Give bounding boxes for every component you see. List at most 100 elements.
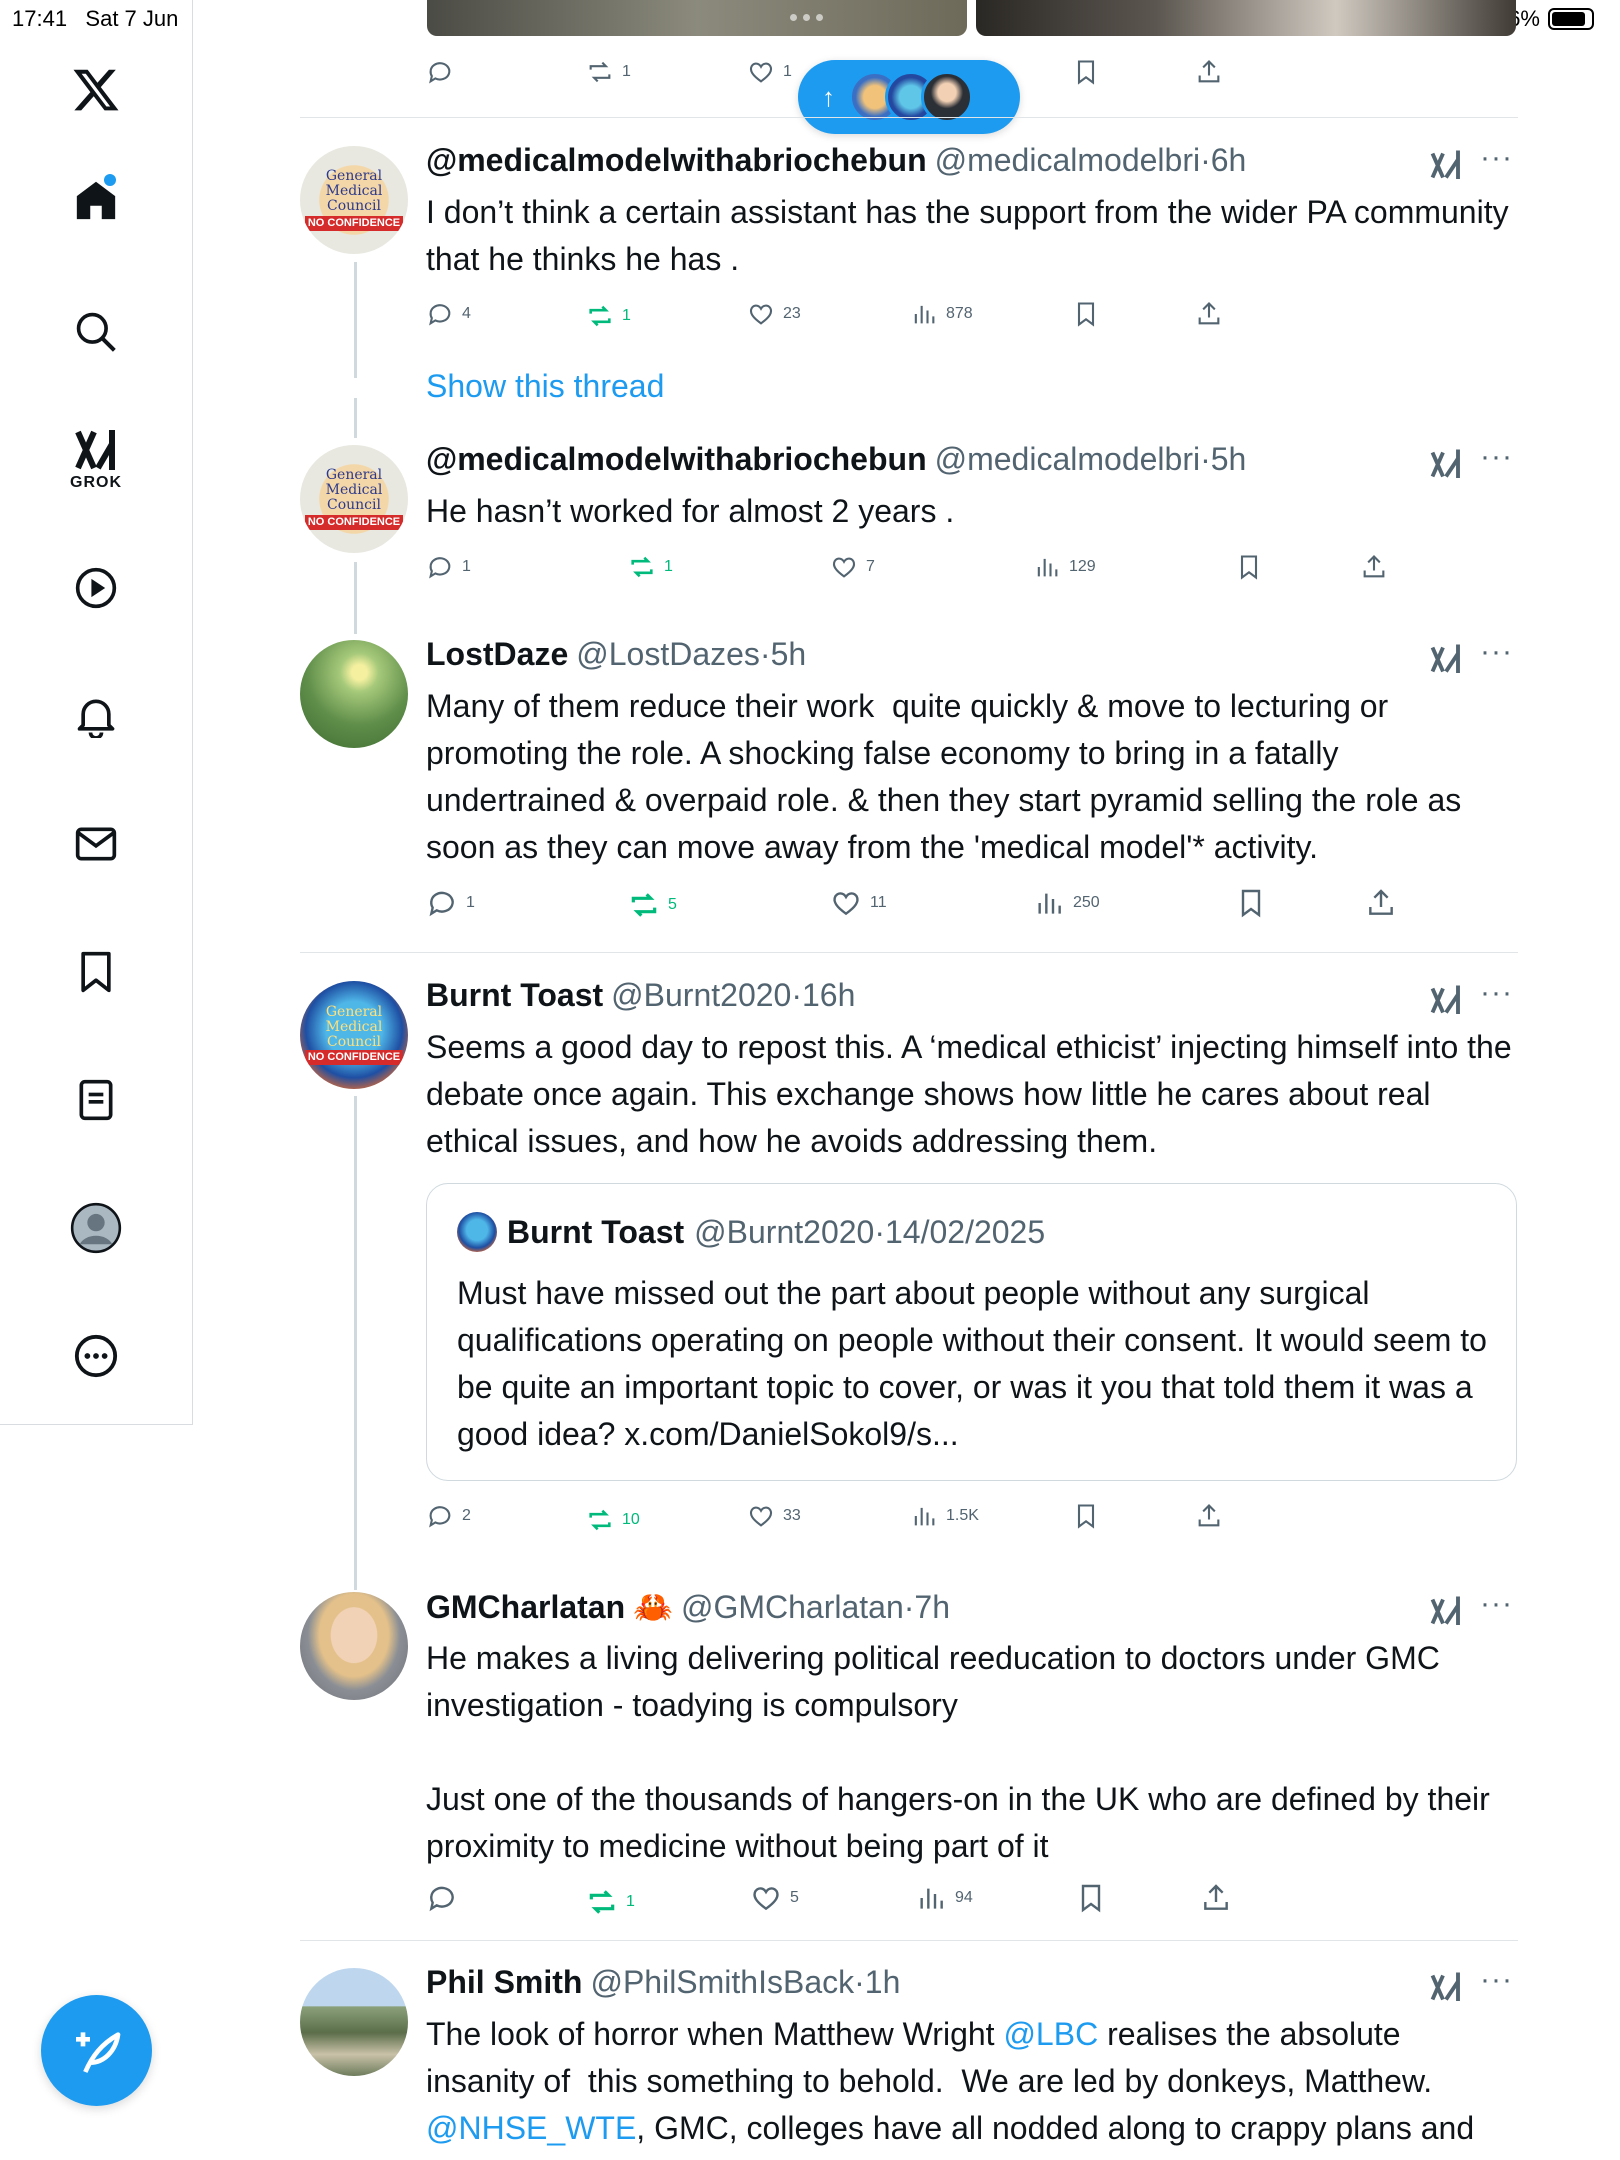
avatar[interactable] [300,640,408,748]
bookmark-button[interactable] [1072,1502,1100,1530]
reply-button[interactable] [426,58,454,86]
timestamp[interactable]: 1h [865,1964,901,2000]
more-options-icon[interactable]: ··· [1480,143,1513,173]
reply-button[interactable]: 1 [426,887,475,919]
display-name[interactable]: @medicalmodelwithabriochebun [426,142,927,179]
share-button[interactable] [1360,553,1388,581]
views-button[interactable]: 94 [915,1882,973,1914]
handle[interactable]: @LostDazes [576,636,760,672]
show-thread-link[interactable]: Show this thread [426,368,664,405]
nav-messages[interactable] [66,814,126,874]
share-button[interactable] [1195,58,1223,86]
more-options-icon[interactable]: ··· [1480,637,1513,667]
repost-button[interactable]: 10 [586,1506,640,1534]
timestamp: 14/02/2025 [884,1213,1046,1250]
display-name[interactable]: Burnt Toast [426,977,603,1014]
nav-more[interactable] [66,1326,126,1386]
more-options-icon[interactable]: ··· [1480,978,1513,1008]
heart-icon [833,892,859,916]
views-button[interactable]: 878 [910,300,973,328]
media-image-1[interactable] [427,0,967,36]
timestamp[interactable]: 7h [914,1589,950,1625]
nav-video[interactable] [66,558,126,618]
avatar[interactable] [300,1968,408,2076]
nav-notifications[interactable] [66,686,126,746]
share-button[interactable] [1200,1882,1232,1914]
share-button[interactable] [1195,300,1223,328]
handle[interactable]: @medicalmodelbri [935,441,1200,477]
repost-button[interactable]: 1 [586,1886,635,1918]
grok-explain-button[interactable] [1428,146,1464,187]
like-count: 33 [783,1507,801,1524]
bookmark-button[interactable] [1235,887,1267,919]
reply-button[interactable]: 2 [426,1502,471,1530]
timestamp[interactable]: 5h [1211,441,1247,477]
bookmark-button[interactable] [1235,553,1263,581]
display-name[interactable]: LostDaze [426,636,568,673]
grok-explain-button[interactable] [1428,1968,1464,2009]
media-image-2[interactable] [976,0,1516,36]
display-name[interactable]: @medicalmodelwithabriochebun [426,441,927,478]
quoted-tweet[interactable]: Burnt Toast @Burnt2020·14/02/2025 Must h… [426,1183,1517,1481]
repost-button[interactable]: 1 [586,302,631,330]
new-posts-pill[interactable]: ↑ [798,60,1020,134]
avatar[interactable]: General Medical Council NO CONFIDENCE [300,981,408,1089]
share-button[interactable] [1365,887,1397,919]
handle[interactable]: @GMCharlatan [681,1589,904,1625]
reply-button[interactable]: 4 [426,300,471,328]
more-options-icon[interactable]: ··· [1480,1965,1513,1995]
bookmark-button[interactable] [1072,58,1100,86]
tweet-text: The look of horror when Matthew Wright @… [426,2011,1516,2160]
share-icon [1204,1884,1228,1910]
compose-post-button[interactable] [41,1995,152,2106]
reply-button[interactable] [426,1882,458,1914]
x-logo-icon[interactable] [66,60,126,120]
like-button[interactable]: 33 [747,1502,801,1530]
avatar[interactable] [300,1592,408,1700]
nav-home[interactable] [66,170,126,230]
views-button[interactable]: 250 [1033,887,1100,919]
reply-button[interactable]: 1 [426,553,471,581]
views-icon [920,1888,943,1909]
display-name[interactable]: GMCharlatan [426,1589,625,1626]
nav-search[interactable] [66,302,126,362]
nav-bookmarks[interactable] [66,942,126,1002]
handle[interactable]: @PhilSmithIsBack [590,1964,854,2000]
mention-link[interactable]: @NHSE_WTE [426,2110,636,2146]
mention-link[interactable]: @LBC [1003,2016,1098,2052]
handle[interactable]: @medicalmodelbri [935,142,1200,178]
avatar[interactable]: General Medical Council NO CONFIDENCE [300,146,408,254]
repost-button[interactable]: 5 [628,889,677,921]
display-name[interactable]: Phil Smith [426,1964,582,2001]
repost-button[interactable]: 1 [628,553,673,581]
separator: · [874,1213,885,1250]
like-button[interactable]: 11 [830,887,887,919]
views-icon [914,1507,935,1526]
nav-grok[interactable]: GROK [66,420,126,500]
views-button[interactable]: 1.5K [910,1502,979,1530]
grok-explain-button[interactable] [1428,1592,1464,1633]
repost-count: 10 [622,1511,640,1528]
share-button[interactable] [1195,1502,1223,1530]
bookmark-button[interactable] [1072,300,1100,328]
timestamp[interactable]: 16h [802,977,855,1013]
grok-explain-button[interactable] [1428,640,1464,681]
bookmark-button[interactable] [1075,1882,1107,1914]
handle[interactable]: @Burnt2020 [611,977,791,1013]
timestamp[interactable]: 5h [771,636,807,672]
grok-explain-button[interactable] [1428,445,1464,486]
repost-button[interactable]: 1 [586,58,631,86]
more-options-icon[interactable]: ··· [1480,442,1513,472]
views-button[interactable]: 129 [1033,553,1096,581]
avatar[interactable]: General Medical Council NO CONFIDENCE [300,445,408,553]
like-button[interactable]: 23 [747,300,801,328]
more-options-icon[interactable]: ··· [1480,1589,1513,1619]
nav-lists[interactable] [66,1070,126,1130]
nav-profile[interactable] [66,1198,126,1258]
like-button[interactable]: 1 [747,58,792,86]
grok-explain-button[interactable] [1428,981,1464,1022]
timestamp[interactable]: 6h [1211,142,1247,178]
like-button[interactable]: 7 [830,553,875,581]
like-button[interactable]: 5 [750,1882,799,1914]
grok-icon [1430,1972,1460,2001]
